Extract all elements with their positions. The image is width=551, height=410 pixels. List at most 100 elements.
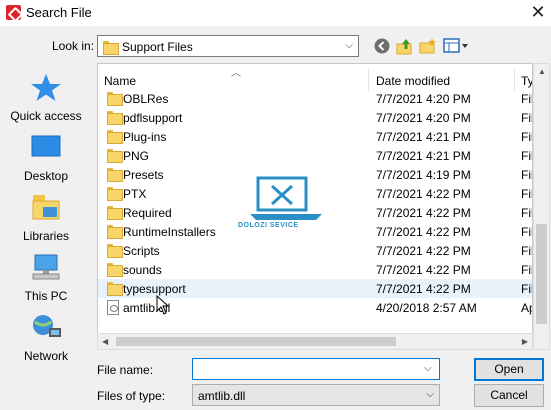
column-header-type[interactable]: Ty <box>521 74 532 88</box>
folder-icon <box>107 224 123 239</box>
file-row[interactable]: Scripts 7/7/2021 4:22 PM Fil <box>98 241 533 260</box>
file-type-dropdown[interactable]: amtlib.dll ⌵ <box>192 384 440 406</box>
cancel-button[interactable]: Cancel <box>474 384 544 407</box>
folder-icon <box>107 262 123 277</box>
new-folder-icon[interactable] <box>419 37 437 55</box>
folder-icon <box>107 243 123 258</box>
file-name: OBLRes <box>123 92 169 106</box>
file-date: 7/7/2021 4:21 PM <box>376 149 471 163</box>
watermark-logo: DOLOZI SEVICE <box>238 176 326 236</box>
view-menu-icon[interactable] <box>443 37 469 55</box>
place-label: Desktop <box>23 169 69 183</box>
scroll-right-icon[interactable]: ▶ <box>522 337 528 346</box>
horizontal-scrollbar[interactable]: ◀ ▶ <box>97 333 533 350</box>
place-label: This PC <box>24 289 68 303</box>
window-title: Search File <box>26 5 92 20</box>
star-icon <box>31 74 61 101</box>
file-row[interactable]: OBLRes 7/7/2021 4:20 PM Fil <box>98 89 533 108</box>
file-type: Fil <box>521 187 533 201</box>
file-name: RuntimeInstallers <box>123 225 216 239</box>
column-header-date[interactable]: Date modified <box>376 74 450 88</box>
file-type: Ap <box>521 301 532 315</box>
file-date: 7/7/2021 4:20 PM <box>376 111 471 125</box>
file-date: 7/7/2021 4:22 PM <box>376 187 471 201</box>
scrollbar-thumb[interactable] <box>116 337 396 346</box>
title-bar: Search File ✕ <box>0 0 551 26</box>
desktop-icon <box>31 135 61 157</box>
mouse-cursor-icon <box>156 295 170 315</box>
column-header-name[interactable]: Name <box>104 74 136 88</box>
scroll-up-icon[interactable]: ▲ <box>538 67 546 76</box>
file-name-input[interactable] <box>192 358 440 380</box>
chevron-down-icon: ⌵ <box>345 40 353 51</box>
chevron-down-icon[interactable]: ⌵ <box>424 363 432 374</box>
scrollbar-thumb[interactable] <box>536 224 547 324</box>
file-type: Fil <box>521 244 533 258</box>
folder-icon <box>107 129 123 144</box>
file-name: Plug-ins <box>123 130 167 144</box>
close-button[interactable]: ✕ <box>527 1 549 23</box>
file-type: Fil <box>521 130 533 144</box>
file-type: Fil <box>521 111 533 125</box>
file-name: pdflsupport <box>123 111 183 125</box>
file-row[interactable]: sounds 7/7/2021 4:22 PM Fil <box>98 260 533 279</box>
look-in-dropdown[interactable]: Support Files ⌵ <box>97 35 359 57</box>
place-label: Network <box>23 349 68 363</box>
file-date: 4/20/2018 2:57 AM <box>376 301 477 315</box>
folder-icon <box>107 91 123 106</box>
file-name: PNG <box>123 149 150 163</box>
up-folder-icon[interactable] <box>396 37 414 55</box>
file-type-label: Files of type: <box>97 389 166 403</box>
watermark-text: DOLOZI SEVICE <box>238 222 299 229</box>
computer-icon <box>32 254 60 280</box>
folder-icon <box>107 281 123 296</box>
file-date: 7/7/2021 4:22 PM <box>376 282 471 296</box>
file-date: 7/7/2021 4:19 PM <box>376 168 471 182</box>
column-divider[interactable] <box>514 69 515 91</box>
file-date: 7/7/2021 4:22 PM <box>376 225 471 239</box>
file-date: 7/7/2021 4:21 PM <box>376 130 471 144</box>
place-this-pc[interactable]: This PC <box>0 252 92 303</box>
chevron-down-icon: ⌵ <box>426 389 434 400</box>
folder-icon <box>107 110 123 125</box>
file-name: Presets <box>123 168 164 182</box>
place-label: Quick access <box>10 109 82 123</box>
file-list[interactable]: ︿ Name Date modified Ty OBLRes 7/7/2021 … <box>97 63 533 350</box>
file-date: 7/7/2021 4:22 PM <box>376 263 471 277</box>
place-libraries[interactable]: Libraries <box>0 192 92 243</box>
column-divider[interactable] <box>368 69 369 91</box>
file-row[interactable]: Plug-ins 7/7/2021 4:21 PM Fil <box>98 127 533 146</box>
file-type: Fil <box>521 206 533 220</box>
back-icon[interactable] <box>373 37 391 55</box>
place-desktop[interactable]: Desktop <box>0 132 92 183</box>
place-label: Libraries <box>22 229 70 243</box>
laptop-tools-icon <box>250 176 322 220</box>
place-quick-access[interactable]: Quick access <box>0 72 92 123</box>
file-name-label: File name: <box>97 363 154 377</box>
file-type: Fil <box>521 168 533 182</box>
file-type: Fil <box>521 263 533 277</box>
file-type: Fil <box>521 149 533 163</box>
column-header-row: Name Date modified Ty <box>98 69 532 91</box>
file-type: Fil <box>521 92 533 106</box>
file-type: Fil <box>521 225 533 239</box>
folder-icon <box>107 186 123 201</box>
open-button[interactable]: Open <box>474 358 544 381</box>
dll-file-icon <box>107 300 119 315</box>
file-row[interactable]: PNG 7/7/2021 4:21 PM Fil <box>98 146 533 165</box>
file-name: sounds <box>123 263 162 277</box>
network-icon <box>33 315 61 337</box>
vertical-scrollbar[interactable]: ▲ <box>533 63 550 350</box>
folder-icon <box>103 40 119 55</box>
file-name: typesupport <box>123 282 186 296</box>
file-row[interactable]: pdflsupport 7/7/2021 4:20 PM Fil <box>98 108 533 127</box>
file-date: 7/7/2021 4:22 PM <box>376 244 471 258</box>
scroll-left-icon[interactable]: ◀ <box>102 337 108 346</box>
folder-icon <box>107 167 123 182</box>
file-type: Fil <box>521 282 533 296</box>
libraries-icon <box>32 195 60 220</box>
file-date: 7/7/2021 4:22 PM <box>376 206 471 220</box>
file-name: PTX <box>123 187 147 201</box>
place-network[interactable]: Network <box>0 312 92 363</box>
file-name: Scripts <box>123 244 160 258</box>
